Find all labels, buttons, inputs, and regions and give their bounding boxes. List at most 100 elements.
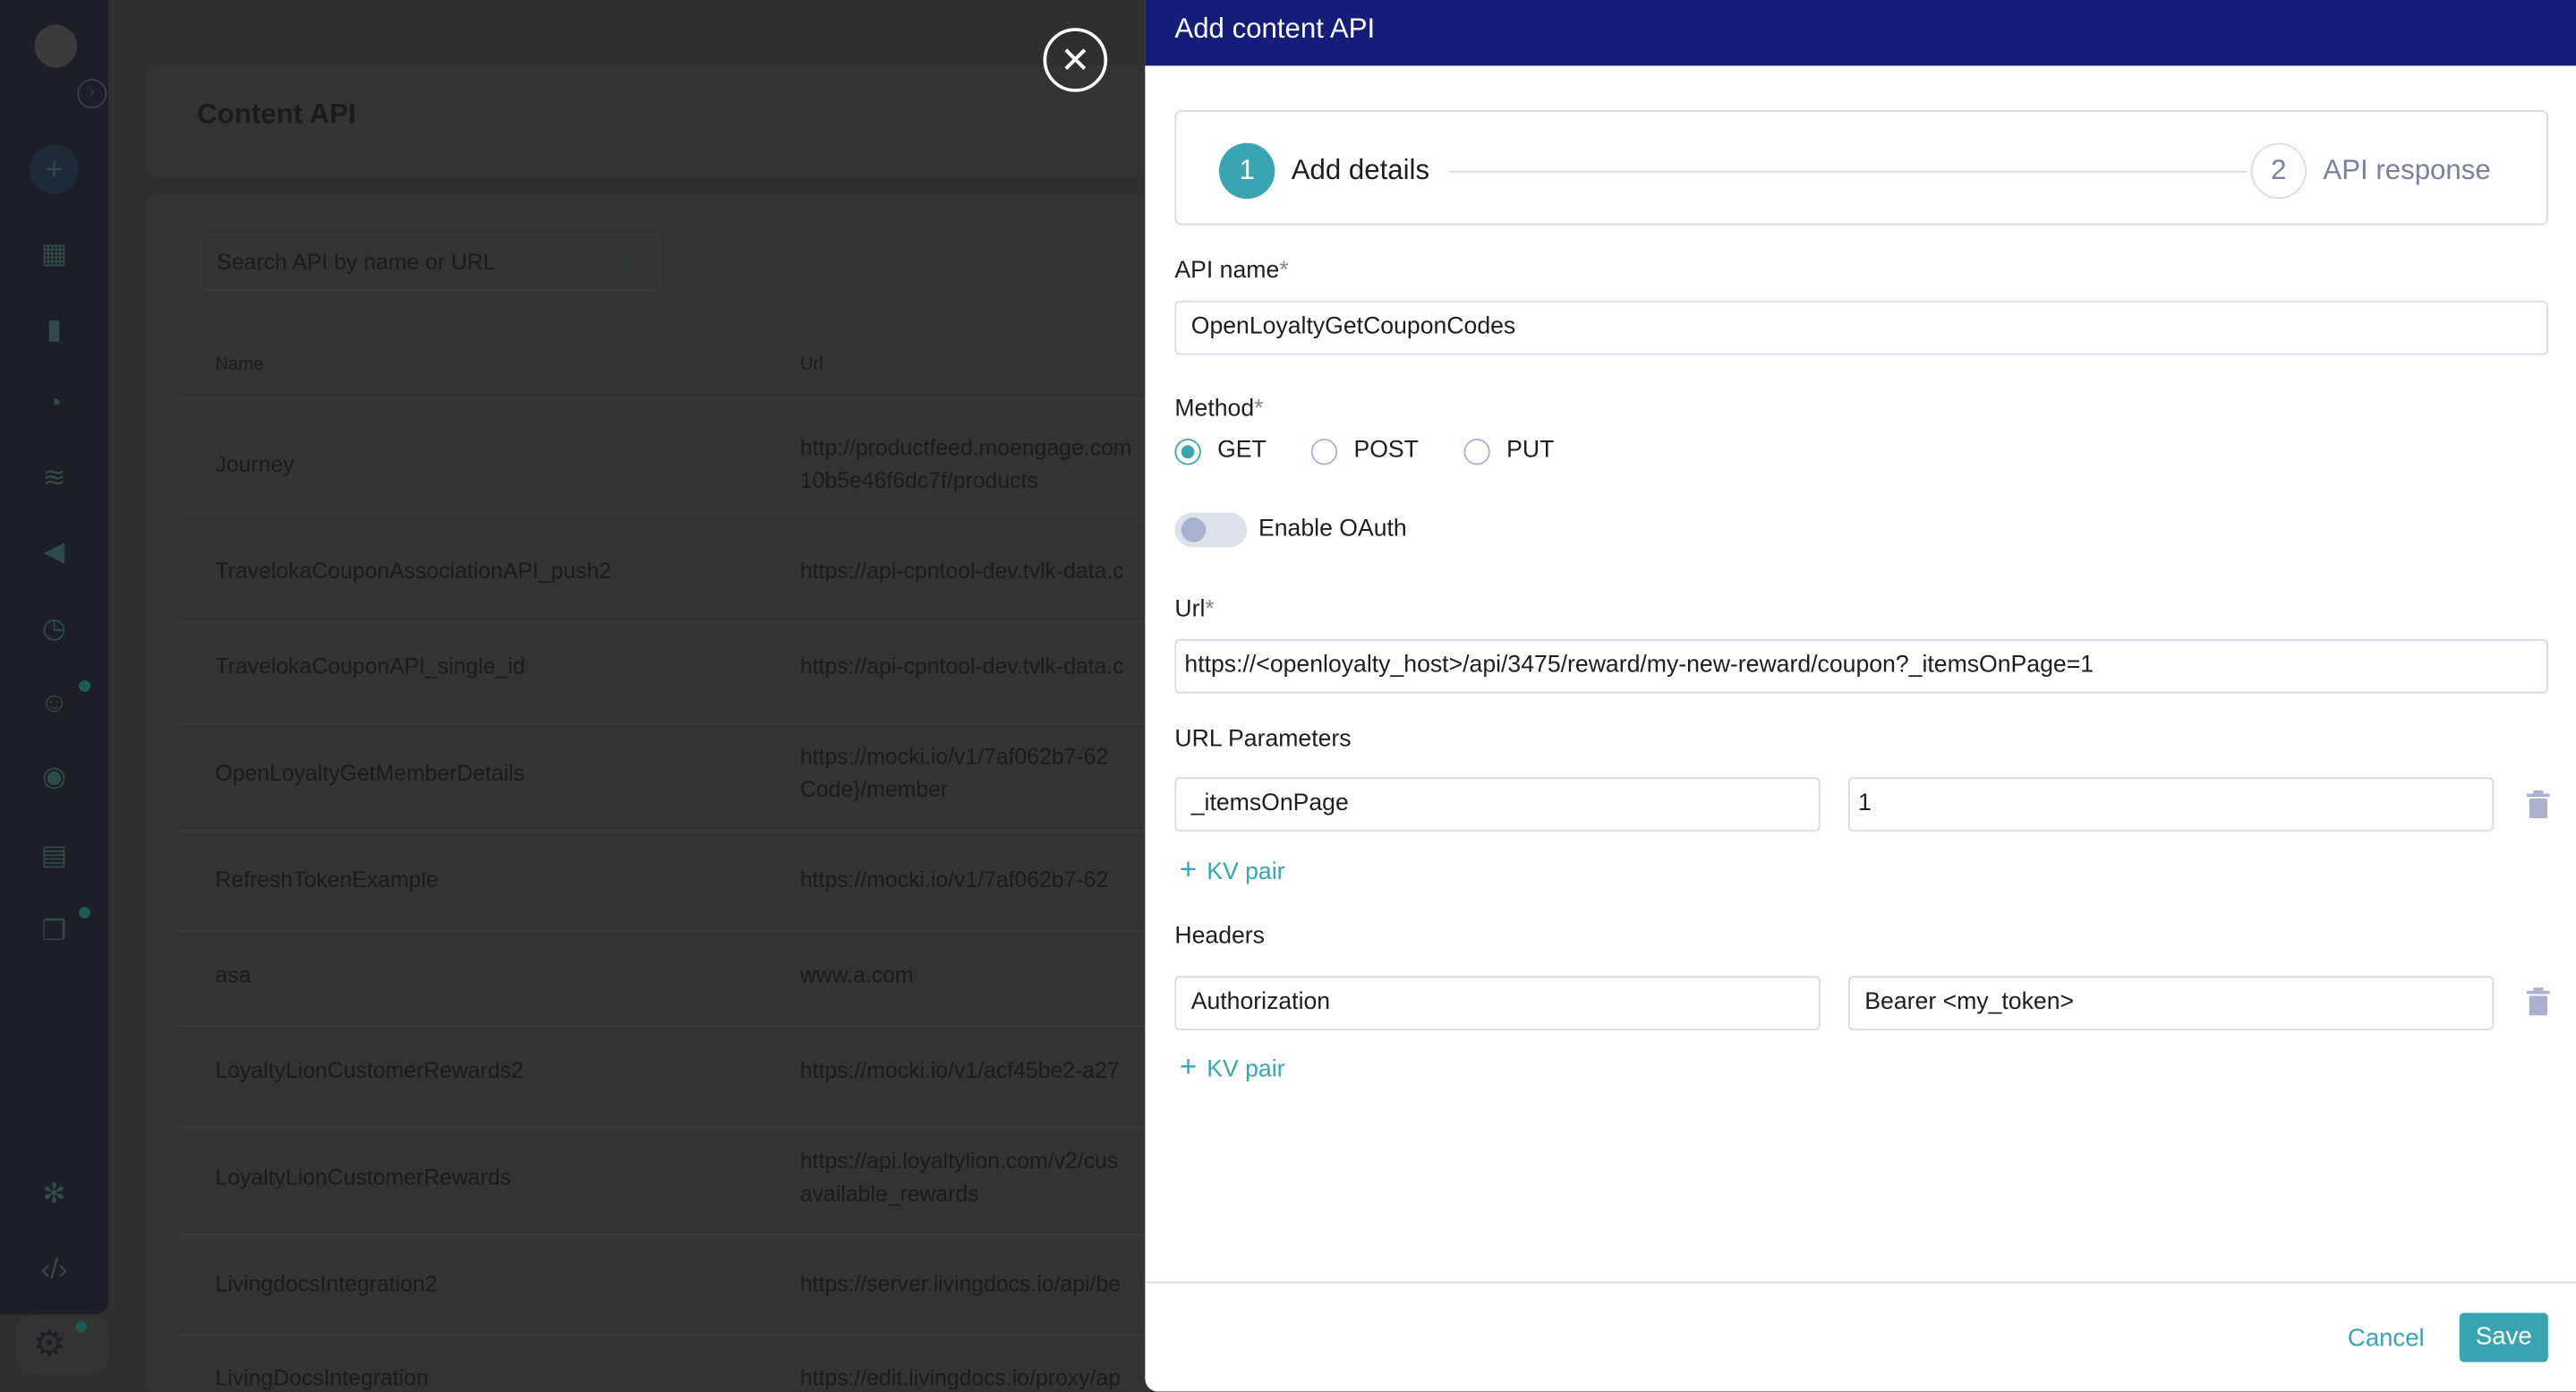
analytics-icon[interactable]: ▮ <box>36 312 72 348</box>
sidebar: › + ▦ ▮ ◔ ≋ ◀ ◷ ☺ ◉ ▤ ❐ ✻ ‹/› <box>0 0 109 1315</box>
row-divider <box>177 722 1164 725</box>
step-1-label: Add details <box>1291 154 1430 186</box>
api-name-label: API name* <box>1174 258 1289 285</box>
save-button[interactable]: Save <box>2459 1312 2548 1362</box>
api-row-url: www.a.com <box>799 962 914 988</box>
api-row-name[interactable]: TravelokaCouponAPI_single_id <box>215 654 525 679</box>
api-row-name[interactable]: Journey <box>215 452 294 477</box>
dashboard-icon[interactable]: ▦ <box>36 236 72 272</box>
api-row-name[interactable]: LoyaltyLionCustomerRewards <box>215 1165 511 1190</box>
close-drawer-button[interactable]: ✕ <box>1043 28 1108 92</box>
api-row-url: Code}/member <box>799 777 949 802</box>
add-url-param-kv-pair-button[interactable]: + KV pair <box>1180 853 1285 888</box>
notification-dot <box>75 1320 88 1333</box>
integrations-icon[interactable]: ✻ <box>36 1176 72 1212</box>
drawer-header: Add content API <box>1145 0 2576 66</box>
step-1-badge: 1 <box>1218 142 1275 200</box>
api-row-name[interactable]: OpenLoyaltyGetMemberDetails <box>215 761 525 786</box>
cancel-button[interactable]: Cancel <box>2348 1324 2425 1352</box>
plus-icon: + <box>1179 1049 1198 1083</box>
delete-url-param-trash-icon[interactable] <box>2526 790 2550 819</box>
api-row-name[interactable]: TravelokaCouponAssociationAPI_push2 <box>215 559 611 584</box>
api-name-input[interactable]: OpenLoyaltyGetCouponCodes <box>1174 300 2548 355</box>
step-connector <box>1448 170 2248 173</box>
api-row-name[interactable]: LivingDocsIntegration <box>215 1365 428 1390</box>
api-row-url: 10b5e46f6dc7f/products <box>799 468 1038 493</box>
toggle-knob <box>1181 517 1207 542</box>
method-get-label[interactable]: GET <box>1217 437 1267 463</box>
url-param-key-input[interactable]: _itemsOnPage <box>1174 777 1821 832</box>
method-put-radio[interactable] <box>1463 439 1490 465</box>
trends-icon[interactable]: ◉ <box>36 759 72 795</box>
oauth-label: Enable OAuth <box>1258 516 1407 542</box>
oauth-toggle[interactable] <box>1174 512 1248 548</box>
content-icon[interactable]: ❐ <box>36 914 72 950</box>
api-row-url: https://api-cpntool-dev.tvlk-data.c <box>799 559 1124 584</box>
method-label: Method* <box>1174 396 1264 423</box>
data-icon[interactable]: ≋ <box>36 460 72 496</box>
row-divider <box>177 520 1164 523</box>
plus-icon: + <box>1179 852 1198 886</box>
api-list-card <box>144 193 1197 1392</box>
method-put-label[interactable]: PUT <box>1506 437 1554 463</box>
document-icon[interactable]: ▤ <box>36 838 72 874</box>
gear-icon: ⚙ <box>32 1322 65 1364</box>
drawer-title: Add content API <box>1174 13 1376 45</box>
add-content-api-drawer: Add content API 1 Add details 2 API resp… <box>1145 0 2576 1392</box>
api-row-url: http://productfeed.moengage.com <box>799 435 1132 460</box>
row-divider <box>177 1025 1164 1028</box>
row-divider <box>177 1234 1164 1236</box>
headers-label: Headers <box>1174 923 1265 950</box>
row-divider <box>177 829 1164 832</box>
create-icon[interactable]: + <box>30 144 80 194</box>
settings-button[interactable]: ⚙ <box>16 1314 109 1374</box>
page-title: Content API <box>197 98 356 131</box>
api-row-name[interactable]: asa <box>215 963 251 988</box>
campaign-megaphone-icon[interactable]: ◀ <box>36 534 72 570</box>
api-row-url: https://api.loyaltylion.com/v2/cus <box>799 1149 1119 1174</box>
url-parameters-label: URL Parameters <box>1174 726 1352 753</box>
expand-sidebar-icon[interactable]: › <box>77 79 107 109</box>
url-label: Url* <box>1174 596 1215 623</box>
delete-header-trash-icon[interactable] <box>2526 987 2550 1016</box>
api-row-url: https://mocki.io/v1/acf45be2-a27 <box>799 1058 1120 1083</box>
segments-pie-icon[interactable]: ◔ <box>36 386 72 422</box>
api-row-name[interactable]: LivingdocsIntegration2 <box>215 1272 437 1297</box>
url-param-value-input[interactable]: 1 <box>1847 777 2495 832</box>
api-row-url: https://edit.livingdocs.io/proxy/ap <box>799 1365 1122 1390</box>
row-divider <box>177 620 1164 623</box>
stepper: 1 Add details 2 API response <box>1174 109 2548 226</box>
page-header: Content API <box>144 65 1197 178</box>
search-input[interactable]: Search API by name or URL ⌕ <box>200 233 661 291</box>
code-icon[interactable]: ‹/› <box>36 1252 72 1288</box>
notification-dot <box>79 907 90 919</box>
step-2-label[interactable]: API response <box>2323 155 2490 188</box>
api-row-name[interactable]: RefreshTokenExample <box>215 867 438 892</box>
api-row-name[interactable]: LoyaltyLionCustomerRewards2 <box>215 1058 523 1083</box>
footer-divider <box>1145 1281 2576 1284</box>
api-row-url: https://mocki.io/v1/7af062b7-62 <box>799 867 1109 892</box>
step-2-badge[interactable]: 2 <box>2250 142 2307 200</box>
column-header-url: Url <box>799 354 823 375</box>
avatar-icon[interactable] <box>34 24 78 68</box>
api-row-url: https://api-cpntool-dev.tvlk-data.c <box>799 653 1124 679</box>
api-row-url: https://server.livingdocs.io/api/be <box>799 1271 1122 1297</box>
timer-icon[interactable]: ◷ <box>36 611 72 647</box>
method-post-label[interactable]: POST <box>1353 437 1418 463</box>
header-key-input[interactable]: Authorization <box>1174 976 1821 1030</box>
api-row-url: available_rewards <box>799 1181 979 1207</box>
url-input[interactable]: https://<openloyalty_host>/api/3475/rewa… <box>1174 639 2548 694</box>
add-header-kv-pair-button[interactable]: + KV pair <box>1180 1050 1285 1085</box>
header-value-input[interactable]: Bearer <my_token> <box>1847 976 2495 1030</box>
personalize-icon[interactable]: ☺ <box>36 685 72 721</box>
search-placeholder: Search API by name or URL <box>217 249 496 275</box>
close-icon: ✕ <box>1060 39 1091 81</box>
row-divider <box>177 1334 1164 1336</box>
search-icon: ⌕ <box>618 244 634 273</box>
row-divider <box>177 929 1164 932</box>
api-row-url: https://mocki.io/v1/7af062b7-62 <box>799 744 1109 770</box>
column-header-name: Name <box>215 354 264 375</box>
method-post-radio[interactable] <box>1310 439 1338 465</box>
notification-dot <box>79 679 90 692</box>
method-get-radio[interactable] <box>1174 439 1201 465</box>
